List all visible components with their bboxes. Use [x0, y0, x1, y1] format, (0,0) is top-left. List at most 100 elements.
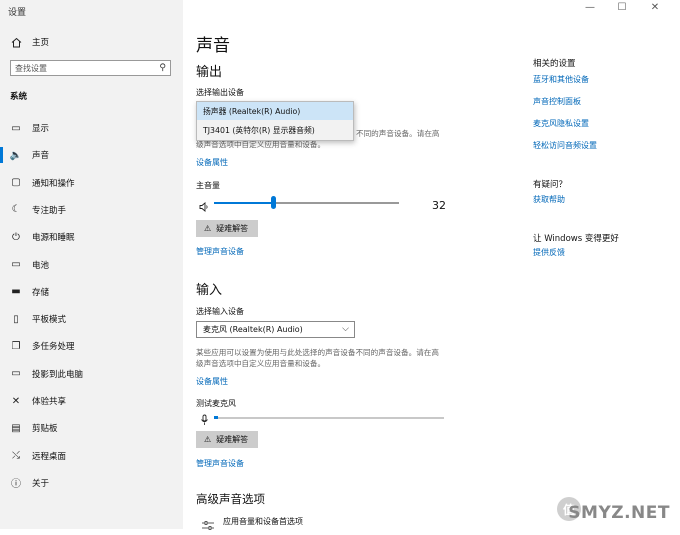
output-device-properties-link[interactable]: 设备属性: [196, 157, 228, 168]
sidebar-item-1[interactable]: 🔈 声音: [0, 142, 183, 168]
output-heading: 输出: [196, 65, 223, 80]
page-title: 声音: [196, 36, 230, 56]
improve-windows-heading: 让 Windows 变得更好: [533, 234, 619, 244]
related-link-accessibility-audio[interactable]: 轻松访问音频设置: [533, 140, 597, 151]
input-selected-device: 麦克风 (Realtek(R) Audio): [203, 325, 303, 334]
clipboard-icon: ▤: [11, 422, 21, 434]
moon-icon: ☾: [11, 204, 21, 216]
chevron-down-icon: ⌵: [342, 324, 349, 334]
output-device-dropdown[interactable]: 扬声器 (Realtek(R) Audio) TJ3401 (英特尔(R) 显示…: [196, 101, 354, 141]
warning-icon: ⚠: [204, 435, 212, 444]
sidebar-item-6[interactable]: ▬ 存储: [0, 279, 183, 305]
sidebar-item-label: 专注助手: [32, 205, 67, 216]
input-manage-devices-link[interactable]: 管理声音设备: [196, 458, 244, 469]
app-volume-link[interactable]: 应用音量和设备首选项: [223, 516, 303, 527]
sidebar-item-label: 平板模式: [32, 315, 67, 326]
input-troubleshoot-label: 疑难解答: [216, 435, 249, 444]
output-option-speaker[interactable]: 扬声器 (Realtek(R) Audio): [197, 102, 353, 120]
sidebar-home-label: 主页: [32, 38, 50, 48]
sidebar-item-label: 体验共享: [32, 397, 67, 407]
input-description-line2: 级声音选项中自定义应用音量和设备。: [196, 359, 326, 368]
volume-thumb[interactable]: [271, 196, 277, 209]
info-icon: ⓘ: [11, 479, 21, 491]
sidebar-item-10[interactable]: ✕ 体验共享: [0, 388, 183, 414]
battery-icon: ▭: [11, 259, 21, 270]
sliders-icon: [201, 516, 215, 535]
sidebar-item-8[interactable]: ❐ 多任务处理: [0, 333, 183, 359]
microphone-icon: [200, 411, 209, 430]
sidebar-item-12[interactable]: ⤯ 远程桌面: [0, 443, 183, 469]
output-option-tj3401[interactable]: TJ3401 (英特尔(R) 显示器音频): [197, 121, 353, 139]
output-manage-devices-link[interactable]: 管理声音设备: [196, 246, 244, 257]
sidebar-item-13[interactable]: ⓘ 关于: [0, 470, 183, 496]
sidebar-item-9[interactable]: ▭ 投影到此电脑: [0, 361, 183, 387]
get-help-link[interactable]: 获取帮助: [533, 194, 565, 205]
output-description-tail: 不同的声音设备。请在高: [356, 129, 440, 138]
sidebar-item-label: 声音: [32, 151, 50, 162]
sidebar-item-label: 剪贴板: [32, 424, 58, 435]
related-settings-heading: 相关的设置: [533, 59, 576, 69]
share-icon: ✕: [11, 395, 21, 407]
related-link-sound-control-panel[interactable]: 声音控制面板: [533, 96, 581, 107]
watermark-text: SMYZ.NET: [568, 503, 670, 523]
volume-value: 32: [432, 199, 446, 212]
display-icon: ▭: [11, 122, 21, 134]
notification-icon: ▢: [11, 177, 21, 189]
output-troubleshoot-label: 疑难解答: [216, 224, 249, 233]
sidebar-item-label: 远程桌面: [32, 451, 67, 462]
power-icon: ⏻: [12, 231, 20, 243]
sidebar-item-label: 通知和操作: [32, 178, 75, 189]
sidebar-home[interactable]: 主页: [0, 29, 183, 55]
test-mic-label: 测试麦克风: [196, 399, 236, 408]
sidebar-item-7[interactable]: ▯ 平板模式: [0, 306, 183, 332]
search-placeholder: 查找设置: [15, 63, 47, 73]
mic-level-fill: [214, 416, 218, 419]
close-icon[interactable]: ✕: [645, 2, 665, 13]
related-link-bluetooth[interactable]: 蓝牙和其他设备: [533, 74, 589, 85]
volume-fill: [214, 202, 274, 204]
remote-desktop-icon: ⤯: [12, 450, 20, 462]
volume-speaker-icon[interactable]: [199, 197, 211, 212]
input-device-select[interactable]: 麦克风 (Realtek(R) Audio) ⌵: [196, 321, 355, 338]
input-select-label: 选择输入设备: [196, 307, 244, 316]
window-title: 设置: [8, 8, 27, 18]
sidebar-item-label: 关于: [32, 478, 50, 489]
multitask-icon: ❐: [11, 340, 21, 352]
related-link-mic-privacy[interactable]: 麦克风隐私设置: [533, 118, 589, 129]
warning-icon: ⚠: [204, 224, 212, 233]
sidebar-item-label: 存储: [32, 287, 50, 298]
output-troubleshoot-button[interactable]: ⚠ 疑难解答: [196, 220, 258, 237]
search-input[interactable]: 查找设置 ⚲: [10, 60, 171, 76]
sidebar-item-5[interactable]: ▭ 电池: [0, 252, 183, 278]
search-icon[interactable]: ⚲: [159, 63, 166, 73]
input-troubleshoot-button[interactable]: ⚠ 疑难解答: [196, 431, 258, 448]
sidebar-item-4[interactable]: ⏻ 电源和睡眠: [0, 224, 183, 250]
sidebar-item-0[interactable]: ▭ 显示: [0, 115, 183, 141]
sidebar-item-label: 电源和睡眠: [32, 233, 75, 244]
feedback-link[interactable]: 提供反馈: [533, 247, 565, 258]
sidebar-item-label: 电池: [32, 260, 50, 271]
speaker-icon: 🔈: [9, 149, 23, 161]
mic-level-bar: [214, 417, 444, 419]
minimize-icon[interactable]: —: [580, 2, 600, 13]
advanced-heading: 高级声音选项: [196, 492, 265, 506]
sidebar-item-label: 显示: [32, 124, 50, 134]
project-icon: ▭: [11, 368, 21, 380]
input-heading: 输入: [196, 283, 223, 298]
sidebar: 设置 主页 查找设置 ⚲ 系统 ▭ 显示 🔈 声音 ▢ 通知和操作 ☾ 专注助手 ⏻ 电源和睡眠 ▭…: [0, 0, 183, 529]
help-heading: 有疑问？: [533, 180, 568, 190]
tablet-icon: ▯: [13, 313, 19, 325]
storage-icon: ▬: [11, 286, 21, 298]
input-description-line1: 某些应用可以设置为使用与此处选择的声音设备不同的声音设备。请在高: [196, 348, 439, 357]
sidebar-item-11[interactable]: ▤ 剪贴板: [0, 415, 183, 441]
sidebar-item-2[interactable]: ▢ 通知和操作: [0, 170, 183, 196]
sidebar-item-label: 投影到此电脑: [32, 369, 84, 380]
sidebar-section-system: 系统: [10, 92, 28, 102]
maximize-icon[interactable]: ☐: [612, 2, 632, 13]
home-icon: [10, 36, 22, 48]
input-device-properties-link[interactable]: 设备属性: [196, 376, 228, 387]
sidebar-item-label: 多任务处理: [32, 342, 75, 353]
master-volume-label: 主音量: [196, 181, 220, 190]
output-select-label: 选择输出设备: [196, 88, 244, 97]
sidebar-item-3[interactable]: ☾ 专注助手: [0, 197, 183, 223]
